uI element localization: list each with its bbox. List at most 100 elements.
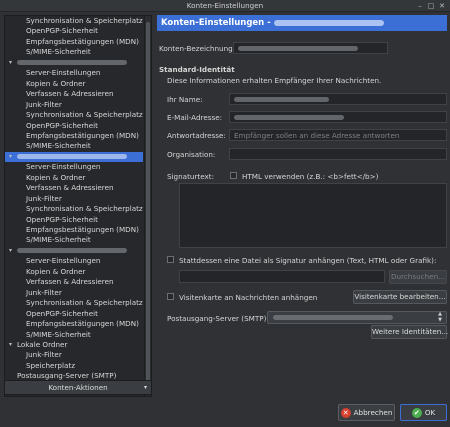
spin-arrows-icon: ▲ ▼ xyxy=(438,311,442,323)
tree-item[interactable]: Synchronisation & Speicherplatz xyxy=(5,16,143,26)
tree-item-label: Verfassen & Adressieren xyxy=(26,277,114,287)
html-signature-label: HTML verwenden (z.B.: <b>fett</b>) xyxy=(242,172,379,181)
tree-item[interactable]: OpenPGP-Sicherheit xyxy=(5,215,143,225)
tree-item[interactable]: Kopien & Ordner xyxy=(5,267,143,277)
tree-item[interactable]: Verfassen & Adressieren xyxy=(5,277,143,287)
tree-item[interactable]: Junk-Filter xyxy=(5,288,143,298)
smtp-server-select[interactable]: ▲ ▼ xyxy=(267,311,447,324)
ok-button[interactable]: ✔ OK xyxy=(400,404,447,421)
tree-item-label: Synchronisation & Speicherplatz xyxy=(26,110,143,120)
account-actions-button[interactable]: Konten-Aktionen ▾ xyxy=(4,380,152,395)
tree-item-label: Synchronisation & Speicherplatz xyxy=(26,204,143,214)
tree-item-label: Junk-Filter xyxy=(26,193,62,203)
organization-field[interactable] xyxy=(229,148,447,160)
tree-item-label: Junk-Filter xyxy=(26,287,62,297)
reply-to-field[interactable]: Empfänger sollen an diese Adresse antwor… xyxy=(229,129,447,141)
maximize-icon[interactable]: □ xyxy=(427,2,435,10)
tree-item[interactable]: Kopien & Ordner xyxy=(5,173,143,183)
section-title: Standard-Identität xyxy=(159,65,235,74)
tree-item-label: Kopien & Ordner xyxy=(26,172,86,182)
tree-item[interactable]: S/MIME-Sicherheit xyxy=(5,235,143,245)
signature-file-checkbox[interactable] xyxy=(167,256,174,263)
tree-item-label: Kopien & Ordner xyxy=(26,78,86,88)
tree-item[interactable]: Junk-Filter xyxy=(5,350,143,360)
redacted-value xyxy=(234,115,344,120)
tree-account[interactable]: ▾ Lokale Ordner xyxy=(5,340,143,350)
tree-item[interactable]: S/MIME-Sicherheit xyxy=(5,141,143,151)
minimize-icon[interactable]: – xyxy=(416,2,424,10)
window-title: Konten-Einstellungen xyxy=(186,1,264,10)
vcard-checkbox[interactable] xyxy=(167,293,174,300)
tree-item-label: Server-Einstellungen xyxy=(26,68,101,78)
tree-account[interactable]: ▾ xyxy=(5,151,143,162)
tree-item[interactable]: Verfassen & Adressieren xyxy=(5,89,143,99)
edit-vcard-button[interactable]: Visitenkarte bearbeiten... xyxy=(353,290,447,304)
tree-item[interactable]: OpenPGP-Sicherheit xyxy=(5,309,143,319)
tree-item[interactable]: Verfassen & Adressieren xyxy=(5,183,143,193)
tree-item[interactable]: Speicherplatz xyxy=(5,361,143,371)
tree-item-label: S/MIME-Sicherheit xyxy=(26,141,91,151)
tree-item-label xyxy=(17,246,127,256)
tree-item-label: OpenPGP-Sicherheit xyxy=(26,308,98,318)
window-titlebar: Konten-Einstellungen – □ ✕ xyxy=(0,0,450,12)
tree-item[interactable]: Empfangsbestätigungen (MDN) xyxy=(5,37,143,47)
signature-file-path[interactable] xyxy=(179,270,385,283)
tree-item[interactable]: Server-Einstellungen xyxy=(5,256,143,266)
tree-item-label: Server-Einstellungen xyxy=(26,162,101,172)
tree-item-label: Verfassen & Adressieren xyxy=(26,89,114,99)
expander-icon[interactable]: ▾ xyxy=(9,58,12,68)
page-title: Konten-Einstellungen - xyxy=(161,18,274,28)
name-label: Ihr Name: xyxy=(167,95,203,104)
cancel-button[interactable]: ✕ Abbrechen xyxy=(338,404,395,421)
account-actions-label: Konten-Aktionen xyxy=(48,383,108,392)
tree-item-label: Empfangsbestätigungen (MDN) xyxy=(26,225,139,234)
tree-item[interactable]: S/MIME-Sicherheit xyxy=(5,330,143,340)
redacted-account-name xyxy=(17,154,127,160)
tree-item[interactable]: Synchronisation & Speicherplatz xyxy=(5,204,143,214)
redacted-value xyxy=(234,97,329,102)
tree-item[interactable]: OpenPGP-Sicherheit xyxy=(5,121,143,131)
tree-item[interactable]: Synchronisation & Speicherplatz xyxy=(5,298,143,308)
tree-item-label: Empfangsbestätigungen (MDN) xyxy=(26,130,139,140)
redacted-account-name xyxy=(273,19,384,26)
ok-icon: ✔ xyxy=(411,408,422,418)
tree-item[interactable]: OpenPGP-Sicherheit xyxy=(5,26,143,36)
tree-item[interactable]: Junk-Filter xyxy=(5,194,143,204)
tree-item-label: Speicherplatz xyxy=(26,360,75,370)
html-signature-checkbox[interactable] xyxy=(230,172,237,179)
organization-label: Organisation: xyxy=(167,150,216,159)
browse-button[interactable]: Durchsuchen... xyxy=(389,270,447,284)
more-identities-button[interactable]: Weitere Identitäten... xyxy=(371,325,448,339)
account-name-label: Konten-Bezeichnung: xyxy=(159,44,236,53)
expander-icon[interactable]: ▾ xyxy=(9,340,12,350)
tree-item[interactable]: Kopien & Ordner xyxy=(5,79,143,89)
signature-file-label: Stattdessen eine Datei als Signatur anhä… xyxy=(179,256,437,265)
email-field[interactable] xyxy=(229,111,447,123)
tree-account[interactable]: ▾ xyxy=(5,58,143,68)
tree-item[interactable]: Junk-Filter xyxy=(5,100,143,110)
name-field[interactable] xyxy=(229,93,447,105)
tree-item[interactable]: S/MIME-Sicherheit xyxy=(5,47,143,57)
tree-item-label: Empfangsbestätigungen (MDN) xyxy=(26,319,139,329)
signature-textarea[interactable] xyxy=(179,183,447,248)
account-name-field[interactable] xyxy=(233,42,388,54)
tree-item-label: Junk-Filter xyxy=(26,99,62,109)
cancel-icon: ✕ xyxy=(340,408,351,418)
tree-item-label: Junk-Filter xyxy=(26,350,62,360)
cancel-label: Abbrechen xyxy=(353,408,393,417)
tree-item[interactable]: Synchronisation & Speicherplatz xyxy=(5,110,143,120)
tree-scrollbar[interactable] xyxy=(144,16,151,396)
tree-item[interactable]: Empfangsbestätigungen (MDN) xyxy=(5,319,143,329)
tree-item[interactable]: Server-Einstellungen xyxy=(5,162,143,172)
reply-to-placeholder: Empfänger sollen an diese Adresse antwor… xyxy=(234,131,400,140)
tree-item[interactable]: Empfangsbestätigungen (MDN) xyxy=(5,225,143,235)
redacted-value xyxy=(238,46,358,51)
expander-icon[interactable]: ▾ xyxy=(9,246,12,256)
close-icon[interactable]: ✕ xyxy=(438,2,446,10)
account-tree[interactable]: Synchronisation & Speicherplatz OpenPGP-S… xyxy=(4,15,152,397)
tree-item[interactable]: Empfangsbestätigungen (MDN) xyxy=(5,131,143,141)
scrollbar-thumb[interactable] xyxy=(146,22,150,382)
tree-item[interactable]: Server-Einstellungen xyxy=(5,68,143,78)
expander-icon[interactable]: ▾ xyxy=(9,152,12,162)
tree-account[interactable]: ▾ xyxy=(5,246,143,256)
